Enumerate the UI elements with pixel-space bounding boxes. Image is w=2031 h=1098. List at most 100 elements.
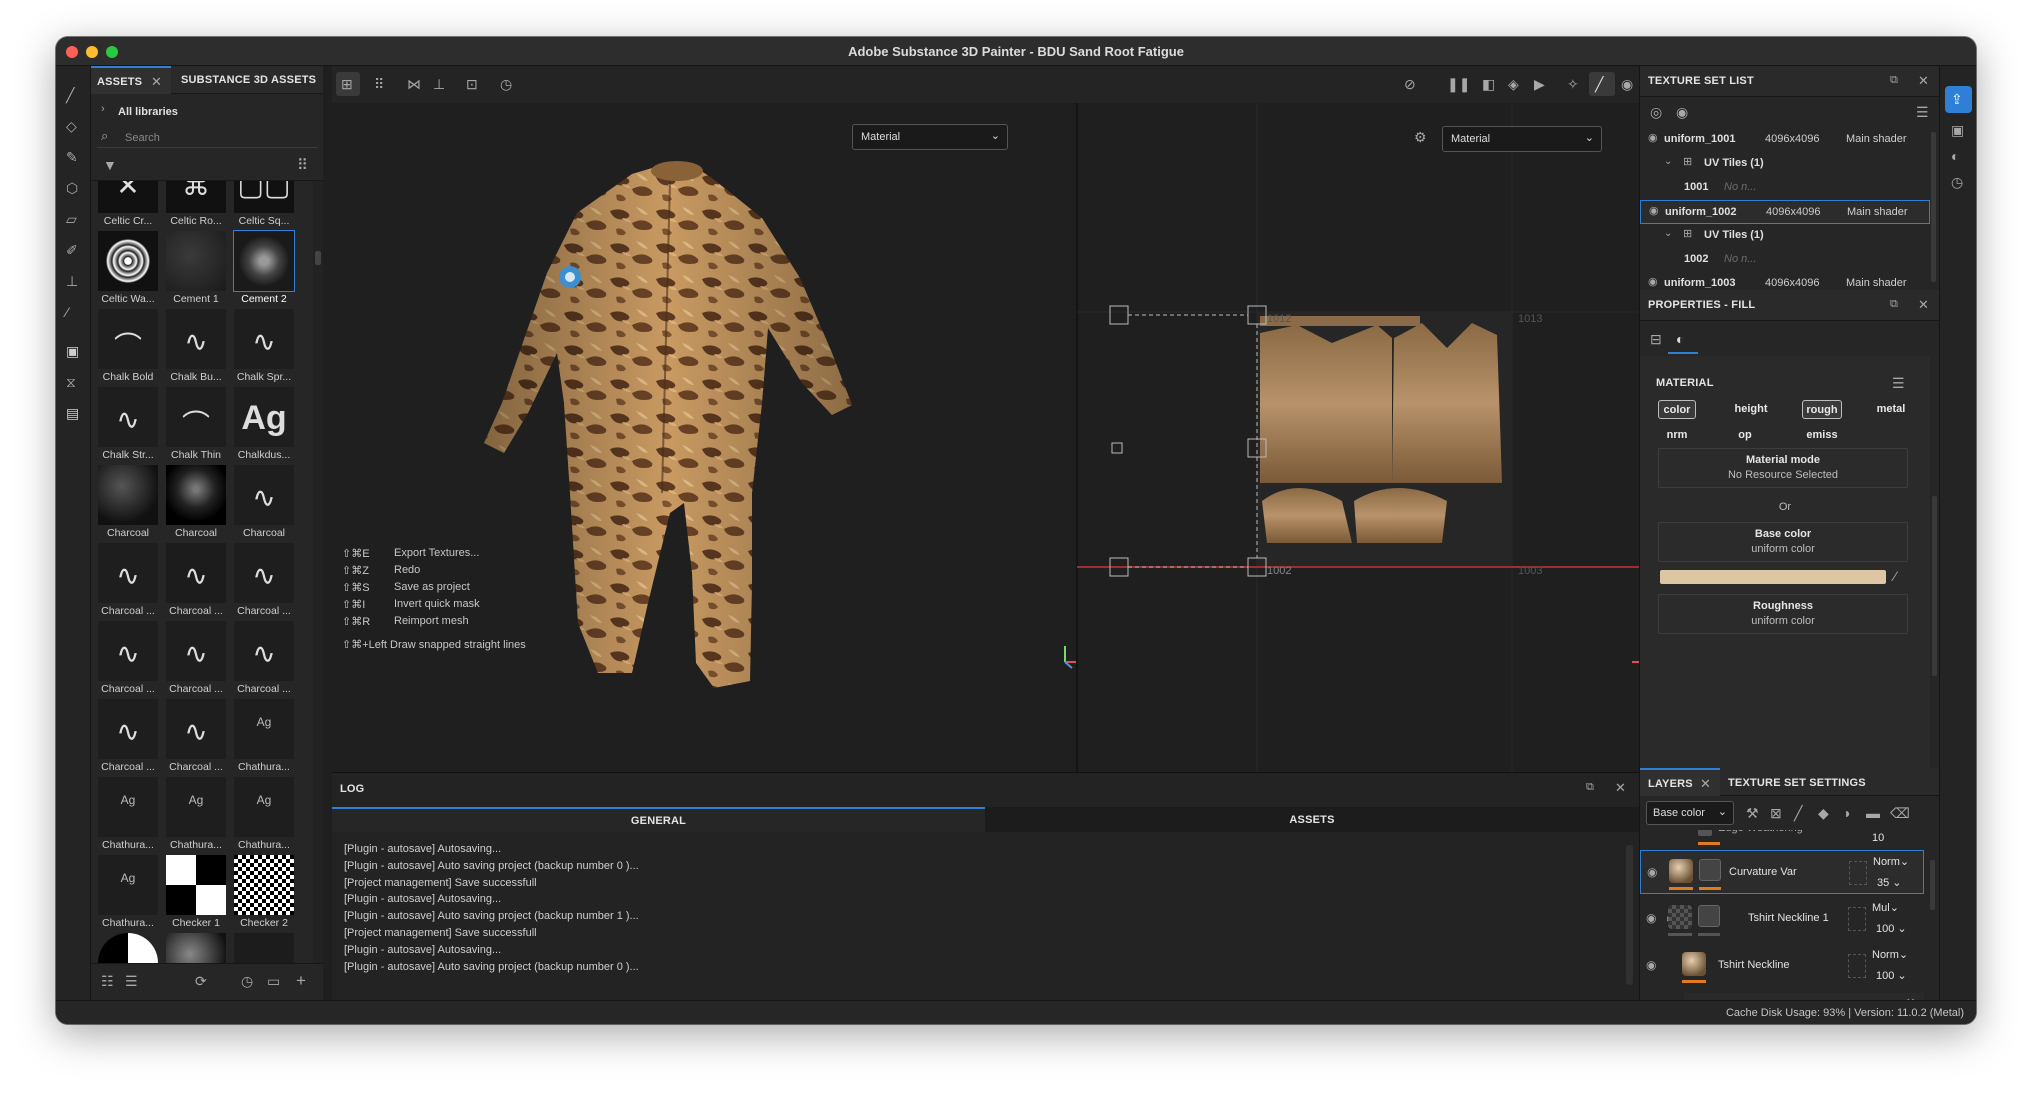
texture-set-row[interactable]: ◉ uniform_1002 4096x4096 Main shader: [1640, 200, 1930, 224]
texture-set-scrollbar[interactable]: [1931, 132, 1936, 282]
assets-scrollbar[interactable]: [315, 251, 321, 265]
layer-blend-mode[interactable]: Mul⌄: [1872, 901, 1899, 914]
asset-thumbnail[interactable]: Ag: [234, 387, 294, 447]
eye-icon[interactable]: ◉: [1676, 105, 1688, 119]
grid-view-icon[interactable]: ⠿: [297, 158, 308, 173]
close-icon[interactable]: ✕: [1918, 298, 1929, 311]
add-effect-icon[interactable]: ⚒: [1746, 806, 1759, 820]
channel-settings-icon[interactable]: ⚙: [1414, 130, 1427, 144]
asset-thumbnail[interactable]: [234, 855, 294, 915]
asset-thumbnail[interactable]: ∿: [166, 309, 226, 369]
eye-icon[interactable]: ◉: [1648, 133, 1658, 144]
screenshot-icon[interactable]: ◉: [1621, 77, 1633, 91]
layer-opacity[interactable]: 35 ⌄: [1877, 876, 1902, 889]
layer-row[interactable]: ◉▭Tshirt Neckline 1Mul⌄100 ⌄: [1640, 897, 1924, 941]
tab-substance-3d-assets[interactable]: SUBSTANCE 3D ASSETS: [181, 74, 316, 86]
channel-chip-emiss[interactable]: emiss: [1802, 426, 1842, 445]
layer-channel-dropdown[interactable]: Base color ⌄: [1646, 801, 1734, 825]
log-icon[interactable]: ▤: [66, 406, 79, 420]
channel-chip-op[interactable]: op: [1730, 426, 1760, 445]
refresh-icon[interactable]: ⟳: [195, 974, 207, 988]
geometry-mask-icon[interactable]: ⬡: [66, 181, 78, 195]
asset-thumbnail[interactable]: ∿: [98, 699, 158, 759]
picker-icon[interactable]: ⁄: [66, 305, 68, 319]
undock-icon[interactable]: ⧉: [1586, 782, 1594, 793]
layer-blend-mode[interactable]: Norm⌄: [1872, 948, 1908, 961]
base-color-swatch[interactable]: [1660, 570, 1886, 584]
paint-brush-icon[interactable]: ╱: [66, 88, 74, 102]
polygon-fill-icon[interactable]: ▱: [66, 212, 77, 226]
add-icon[interactable]: +: [296, 972, 306, 989]
roughness-selector[interactable]: Roughness uniform color: [1658, 594, 1908, 634]
uv-tile-row[interactable]: 1002 No n...: [1640, 248, 1930, 272]
add-fill-layer-icon[interactable]: ◆: [1818, 806, 1829, 820]
tab-assets[interactable]: ASSETS ✕: [91, 66, 171, 94]
close-icon[interactable]: ✕: [1918, 74, 1929, 87]
asset-thumbnail[interactable]: ∿: [234, 543, 294, 603]
align-icon[interactable]: ⊥: [433, 77, 445, 91]
assets-shelf-icon[interactable]: ▣: [66, 344, 79, 358]
channel-chip-color[interactable]: color: [1658, 400, 1696, 419]
eye-icon[interactable]: ◉: [1647, 866, 1657, 878]
visibility-settings-icon[interactable]: ◎: [1650, 105, 1662, 119]
export-icon[interactable]: ⇪: [1951, 92, 1963, 106]
asset-thumbnail[interactable]: ∿: [98, 621, 158, 681]
material-menu-icon[interactable]: ☰: [1892, 376, 1905, 390]
add-frame-icon[interactable]: ⊡: [466, 77, 478, 91]
undock-icon[interactable]: ⧉: [1890, 299, 1898, 310]
viewport[interactable]: 1012 1013 1002 1003 Material ⌄ ⚙ Materia…: [332, 66, 1639, 772]
asset-thumbnail[interactable]: [234, 933, 294, 963]
pause-icon[interactable]: ❚❚: [1447, 77, 1470, 91]
material-icon[interactable]: ◐: [1676, 332, 1684, 346]
channel-chip-metal[interactable]: metal: [1870, 400, 1912, 419]
asset-thumbnail[interactable]: ✕: [98, 181, 158, 213]
window-icon[interactable]: ▭: [267, 974, 280, 988]
layer-blend-mode[interactable]: Norm⌄: [1873, 855, 1909, 868]
log-scrollbar[interactable]: [1626, 845, 1633, 985]
base-color-selector[interactable]: Base color uniform color: [1658, 522, 1908, 562]
close-icon[interactable]: ✕: [1615, 781, 1626, 794]
texture-set-row[interactable]: ◉ uniform_1001 4096x4096 Main shader: [1640, 128, 1930, 152]
asset-thumbnail[interactable]: Ag: [98, 777, 158, 837]
history-icon[interactable]: ◷: [241, 974, 253, 988]
import-icon[interactable]: ☷: [101, 974, 114, 988]
add-folder-icon[interactable]: ▬: [1866, 806, 1880, 820]
uv-tile-row[interactable]: 1001 No n...: [1640, 176, 1930, 200]
asset-thumbnail[interactable]: Ag: [234, 777, 294, 837]
grid-icon[interactable]: ⠿: [374, 77, 384, 91]
viewport-3d-mode-dropdown[interactable]: Material ⌄: [852, 124, 1008, 150]
asset-thumbnail[interactable]: ⌒: [166, 387, 226, 447]
tab-layers[interactable]: LAYERS ✕: [1640, 768, 1720, 796]
asset-thumbnail[interactable]: Ag: [98, 855, 158, 915]
texture-set-icon[interactable]: ▣: [1951, 123, 1964, 137]
display-settings-icon[interactable]: ⧖: [66, 375, 76, 389]
asset-thumbnail[interactable]: ⌒: [98, 309, 158, 369]
chevron-down-icon[interactable]: ⌄: [1664, 157, 1672, 167]
add-paint-layer-icon[interactable]: ╱: [1794, 806, 1802, 820]
close-icon[interactable]: ✕: [151, 75, 162, 88]
eyedropper-icon[interactable]: ⁄: [1894, 569, 1896, 583]
asset-thumbnail[interactable]: [166, 855, 226, 915]
layer-opacity[interactable]: 100 ⌄: [1876, 922, 1907, 935]
asset-thumbnail[interactable]: ∿: [234, 309, 294, 369]
filter-icon[interactable]: ▼: [103, 158, 117, 172]
paint-icon[interactable]: ╱: [1595, 77, 1603, 91]
asset-thumbnail[interactable]: [98, 933, 158, 963]
layer-row[interactable]: ◉ Tshirt Neckline Norm⌄ 100 ⌄: [1640, 944, 1924, 988]
asset-thumbnail[interactable]: Ag: [234, 699, 294, 759]
asset-thumbnail[interactable]: [98, 465, 158, 525]
tab-general[interactable]: GENERAL: [332, 807, 985, 832]
eye-icon[interactable]: ◉: [1648, 277, 1658, 288]
eye-icon[interactable]: ◉: [1646, 959, 1656, 971]
smudge-icon[interactable]: ✐: [66, 243, 78, 257]
channel-chip-height[interactable]: height: [1730, 400, 1772, 419]
asset-thumbnail[interactable]: ∿: [166, 699, 226, 759]
camera-icon[interactable]: ▶: [1534, 77, 1545, 91]
history-icon[interactable]: ◷: [1951, 175, 1963, 189]
new-folder-icon[interactable]: ☰: [125, 974, 138, 988]
add-smart-material-icon[interactable]: ◑: [1842, 806, 1850, 820]
chevron-down-icon[interactable]: ⌄: [1664, 229, 1672, 239]
material-mode-selector[interactable]: Material mode No Resource Selected: [1658, 448, 1908, 488]
asset-thumbnail[interactable]: [233, 230, 295, 292]
history-icon[interactable]: ◷: [500, 77, 512, 91]
